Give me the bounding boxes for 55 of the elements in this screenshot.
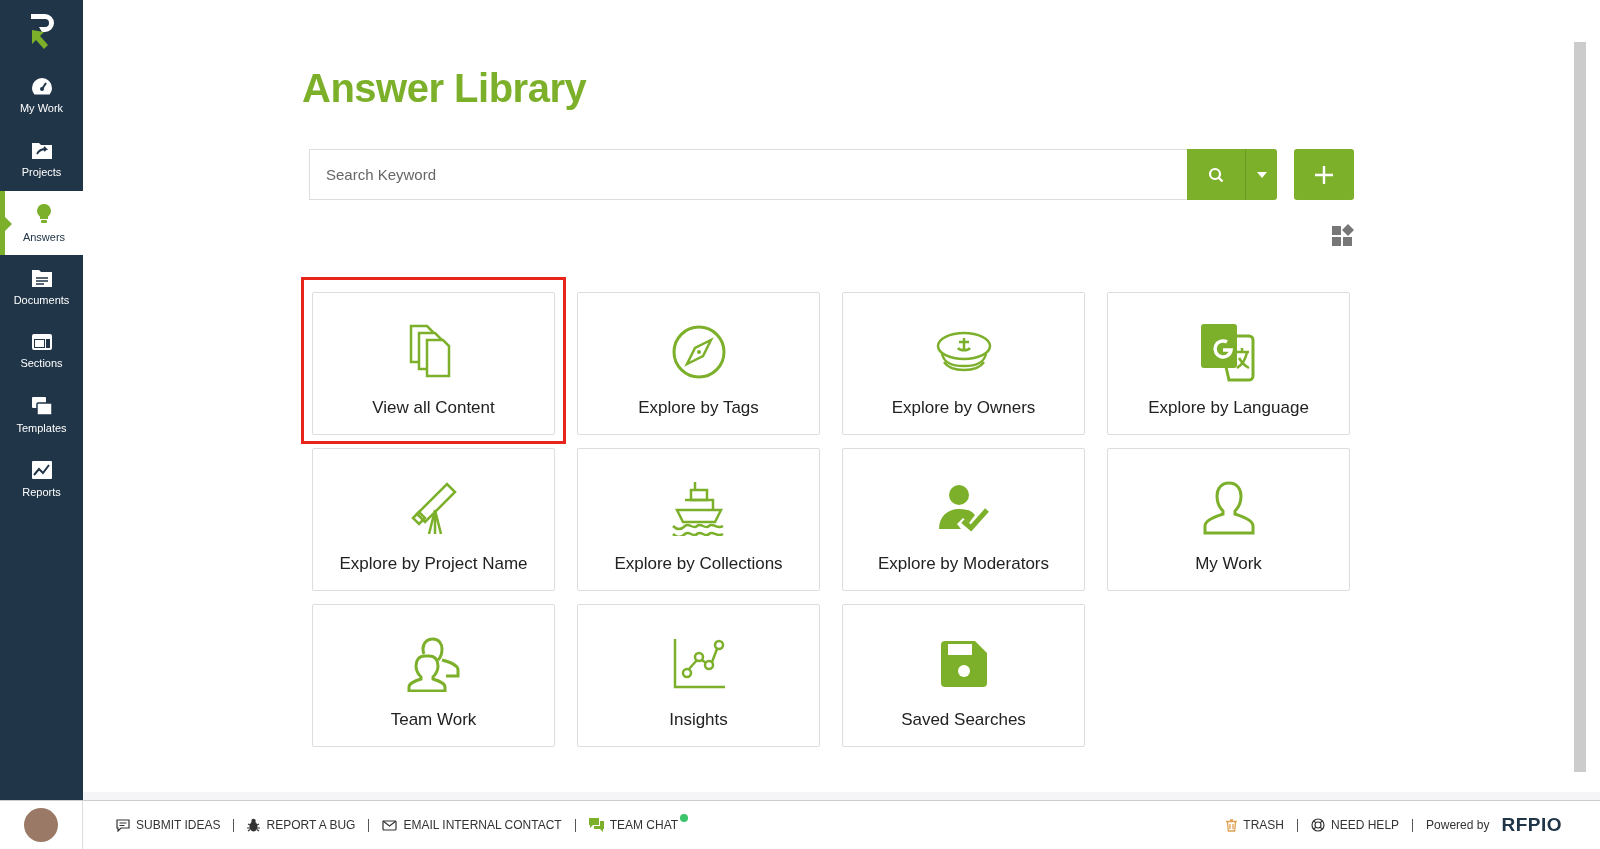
layout-icon [30,333,53,351]
library-card[interactable]: Insights [577,604,820,747]
library-card[interactable]: Team Work [312,604,555,747]
caret-icon [1256,171,1267,178]
search-field[interactable]: Search Keyword [309,149,1187,200]
speech-bubble-icon [116,818,130,832]
powered-by-text: Powered by [1426,818,1490,832]
nav-item[interactable]: My Work [0,63,83,127]
scrollbar[interactable] [1574,42,1586,772]
library-card[interactable]: Explore by Tags [577,292,820,435]
dropdown-button[interactable] [1245,149,1277,200]
nav-item[interactable]: Sections [0,319,83,383]
library-card[interactable]: Saved Searches [842,604,1085,747]
plus-icon [1314,164,1334,185]
nav-item[interactable]: Documents [0,255,83,319]
footer-link[interactable]: NEED HELP [1311,818,1400,832]
add-button[interactable] [1294,149,1354,200]
footer-link[interactable]: EMAIL INTERNAL CONTACT [382,818,562,832]
lightbulb-icon [36,203,52,225]
compass-icon [670,324,727,380]
search-button[interactable] [1187,149,1245,200]
footer-link[interactable]: TEAM CHAT [588,818,679,832]
library-card[interactable]: Explore by Owners [842,292,1085,435]
speedometer-icon [30,76,53,96]
nav-item[interactable]: Templates [0,383,83,447]
person-icon [1201,480,1256,536]
library-card[interactable]: Explore by Project Name [312,448,555,591]
library-card[interactable]: Explore by Moderators [842,448,1085,591]
library-card[interactable]: My Work [1107,448,1350,591]
captain-hat-icon [934,330,993,374]
widgets-icon[interactable] [1332,224,1354,246]
library-card[interactable]: Explore by Language [1107,292,1350,435]
line-chart-icon [30,460,53,480]
nav-item[interactable]: Projects [0,127,83,191]
person-check-icon [936,483,991,533]
stacked-windows-icon [30,396,53,416]
two-people-icon [405,636,462,692]
page-title: Answer Library [302,66,588,111]
nav-item[interactable]: Answers [0,191,83,255]
chat-bubbles-icon [588,818,604,832]
envelope-icon [382,819,398,831]
folder-icon [30,140,53,160]
footer-link[interactable]: TRASH [1226,818,1285,832]
brand-logo: RFPIO [1501,814,1562,836]
nav-item[interactable]: Reports [0,447,83,511]
bug-icon [247,818,261,832]
footer-link[interactable]: REPORT A BUG [247,818,356,832]
avatar[interactable] [24,808,58,842]
lifebuoy-icon [1311,818,1326,832]
trash-icon [1226,818,1238,832]
library-card[interactable]: View all Content [312,292,555,435]
library-card[interactable]: Explore by Collections [577,448,820,591]
search-icon [1208,166,1224,183]
document-folder-icon [30,268,53,288]
footer-link[interactable]: SUBMIT IDEAS [116,818,221,832]
